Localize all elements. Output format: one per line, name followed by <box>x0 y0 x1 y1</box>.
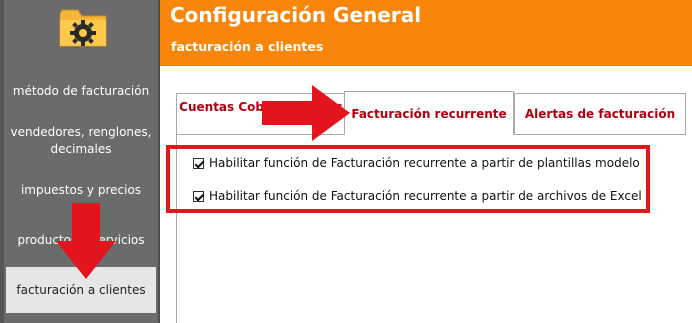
page-subtitle: facturación a clientes <box>171 39 324 54</box>
page-header: Configuración General facturación a clie… <box>160 0 692 66</box>
sidebar-item-metodo-facturacion[interactable]: método de facturación <box>6 82 156 100</box>
sidebar-item-impuestos[interactable]: impuestos y precios <box>6 181 156 199</box>
page-title: Configuración General <box>170 3 422 27</box>
folder-gear-icon <box>59 9 107 47</box>
arrow-down-icon <box>56 203 116 279</box>
tab-alertas-facturacion[interactable]: Alertas de facturación <box>514 93 686 134</box>
sidebar-edge <box>0 0 4 323</box>
sidebar-item-vendedores[interactable]: vendedores, renglones, decimales <box>6 124 156 158</box>
arrow-right-icon <box>262 85 350 141</box>
highlight-box <box>166 145 650 213</box>
tab-facturacion-recurrente[interactable]: Facturación recurrente <box>344 91 514 135</box>
